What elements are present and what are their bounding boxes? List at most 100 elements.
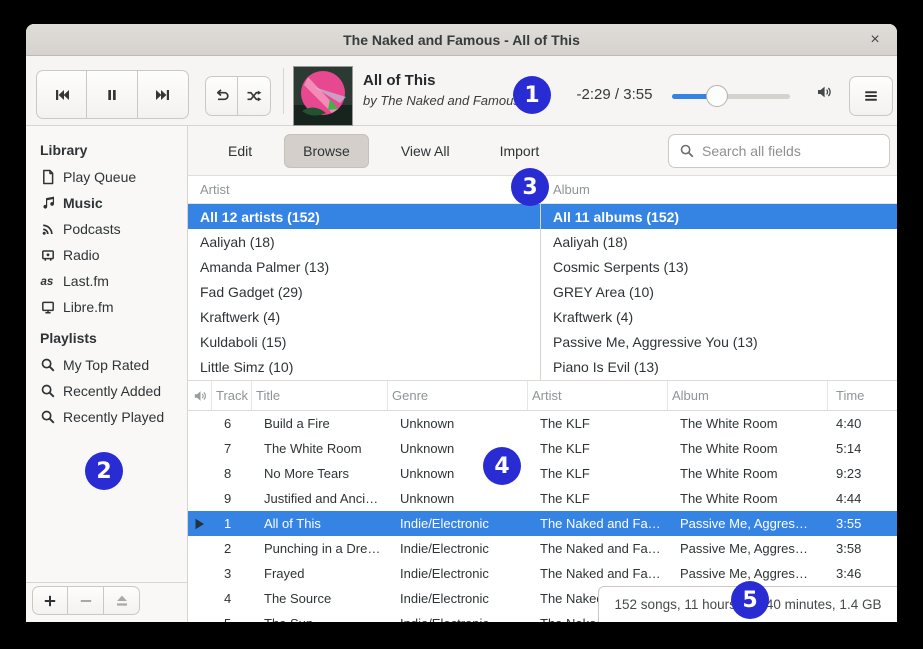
previous-icon bbox=[54, 87, 70, 103]
table-row[interactable]: 1All of ThisIndie/ElectronicThe Naked an… bbox=[188, 511, 897, 536]
pause-button[interactable] bbox=[87, 70, 138, 119]
cell-track: 4 bbox=[212, 586, 252, 611]
cell-genre: Unknown bbox=[388, 411, 528, 436]
album-row[interactable]: Passive Me, Aggressive You (13) bbox=[541, 329, 897, 354]
cell-icon bbox=[188, 411, 212, 436]
table-row[interactable]: 2Punching in a Dre…Indie/ElectronicThe N… bbox=[188, 536, 897, 561]
album-row[interactable]: All 11 albums (152) bbox=[541, 204, 897, 229]
nav-button-import[interactable]: Import bbox=[482, 134, 558, 168]
cell-time: 5:14 bbox=[828, 436, 897, 461]
table-row[interactable]: 9Justified and Anci…UnknownThe KLFThe Wh… bbox=[188, 486, 897, 511]
artist-row[interactable]: Little Simz (10) bbox=[188, 354, 540, 379]
artist-column-header[interactable]: Artist bbox=[528, 381, 668, 410]
playing-column-header[interactable] bbox=[188, 381, 212, 410]
repeat-button[interactable] bbox=[205, 76, 238, 116]
next-button[interactable] bbox=[138, 70, 189, 119]
seek-slider[interactable] bbox=[672, 84, 790, 108]
search-icon bbox=[40, 357, 56, 373]
cell-icon bbox=[188, 536, 212, 561]
cell-artist: The Naked and Fa… bbox=[528, 536, 668, 561]
album-column-header[interactable]: Album bbox=[668, 381, 828, 410]
library-heading: Library bbox=[26, 138, 187, 164]
sidebar-item-radio[interactable]: Radio bbox=[26, 242, 187, 268]
cell-artist: The KLF bbox=[528, 411, 668, 436]
plus-button[interactable] bbox=[32, 586, 68, 615]
table-row[interactable]: 6Build a FireUnknownThe KLFThe White Roo… bbox=[188, 411, 897, 436]
cell-track: 2 bbox=[212, 536, 252, 561]
search-input[interactable] bbox=[702, 143, 883, 159]
album-row[interactable]: Piano Is Evil (13) bbox=[541, 354, 897, 379]
artist-row[interactable]: Aaliyah (18) bbox=[188, 229, 540, 254]
artist-column-header[interactable]: Artist bbox=[188, 176, 540, 204]
track-column-header[interactable]: Track bbox=[212, 381, 252, 410]
cell-album: Passive Me, Aggres… bbox=[668, 511, 828, 536]
sidebar-item-recently-played[interactable]: Recently Played bbox=[26, 404, 187, 430]
sidebar-item-last-fm[interactable]: asLast.fm bbox=[26, 268, 187, 294]
sidebar: Library Play Queue MusicPodcastsRadioasLa… bbox=[26, 126, 188, 622]
cell-track: 8 bbox=[212, 461, 252, 486]
title-column-header[interactable]: Title bbox=[252, 381, 388, 410]
table-row[interactable]: 3FrayedIndie/ElectronicThe Naked and Fa…… bbox=[188, 561, 897, 586]
album-row[interactable]: Kraftwerk (4) bbox=[541, 304, 897, 329]
nav-button-edit[interactable]: Edit bbox=[210, 134, 270, 168]
cell-title: Justified and Anci… bbox=[252, 486, 388, 511]
library-list: Play Queue MusicPodcastsRadioasLast.fmLib… bbox=[26, 164, 187, 320]
sidebar-item-play-queue[interactable]: Play Queue bbox=[26, 164, 187, 190]
cell-time: 3:46 bbox=[828, 561, 897, 586]
nav-button-view-all[interactable]: View All bbox=[383, 134, 468, 168]
window-body: Library Play Queue MusicPodcastsRadioasLa… bbox=[26, 126, 897, 622]
sidebar-item-recently-added[interactable]: Recently Added bbox=[26, 378, 187, 404]
album-row[interactable]: GREY Area (10) bbox=[541, 279, 897, 304]
close-icon[interactable]: × bbox=[863, 28, 887, 52]
repeat-icon bbox=[214, 88, 230, 104]
sidebar-item-podcasts[interactable]: Podcasts bbox=[26, 216, 187, 242]
artist-list: All 12 artists (152)Aaliyah (18)Amanda P… bbox=[188, 204, 540, 379]
album-column-header[interactable]: Album bbox=[541, 176, 897, 204]
cell-time: 4:44 bbox=[828, 486, 897, 511]
artist-row[interactable]: Fad Gadget (29) bbox=[188, 279, 540, 304]
cell-title: The White Room bbox=[252, 436, 388, 461]
album-row[interactable]: Aaliyah (18) bbox=[541, 229, 897, 254]
shuffle-button[interactable] bbox=[238, 76, 271, 116]
titlebar: The Naked and Famous - All of This × bbox=[26, 24, 897, 56]
svg-text:as: as bbox=[41, 276, 54, 288]
album-row[interactable]: Cosmic Serpents (13) bbox=[541, 254, 897, 279]
annotation-callout-2: 2 bbox=[85, 452, 123, 490]
artist-row[interactable]: Amanda Palmer (13) bbox=[188, 254, 540, 279]
table-row[interactable]: 7The White RoomUnknownThe KLFThe White R… bbox=[188, 436, 897, 461]
search-box[interactable] bbox=[668, 134, 890, 168]
speaker-icon bbox=[193, 389, 207, 403]
sidebar-item-label: Play Queue bbox=[63, 169, 136, 185]
track-table-header: Track Title Genre Artist Album Time bbox=[188, 381, 897, 411]
eject-icon bbox=[114, 593, 130, 609]
sidebar-item-music[interactable]: Music bbox=[26, 190, 187, 216]
sidebar-item-label: Recently Played bbox=[63, 409, 164, 425]
genre-column-header[interactable]: Genre bbox=[388, 381, 528, 410]
cell-album: The White Room bbox=[668, 461, 828, 486]
time-column-header[interactable]: Time bbox=[828, 381, 897, 410]
seek-handle[interactable] bbox=[706, 85, 728, 107]
sidebar-item-libre-fm[interactable]: Libre.fm bbox=[26, 294, 187, 320]
eject-button bbox=[104, 586, 140, 615]
library-browser: Artist All 12 artists (152)Aaliyah (18)A… bbox=[188, 176, 897, 380]
pause-icon bbox=[104, 87, 120, 103]
sidebar-item-my-top-rated[interactable]: My Top Rated bbox=[26, 352, 187, 378]
artist-row[interactable]: Kuldaboli (15) bbox=[188, 329, 540, 354]
table-row[interactable]: 8No More TearsUnknownThe KLFThe White Ro… bbox=[188, 461, 897, 486]
nav-button-browse[interactable]: Browse bbox=[284, 134, 369, 168]
next-icon bbox=[155, 87, 171, 103]
cell-icon bbox=[188, 611, 212, 622]
album-list: All 11 albums (152)Aaliyah (18)Cosmic Se… bbox=[541, 204, 897, 379]
cell-album: Passive Me, Aggres… bbox=[668, 536, 828, 561]
speaker-icon[interactable] bbox=[816, 81, 842, 103]
artist-row[interactable]: All 12 artists (152) bbox=[188, 204, 540, 229]
hamburger-menu-button[interactable] bbox=[849, 76, 893, 116]
cell-title: Punching in a Dre… bbox=[252, 536, 388, 561]
cell-title: All of This bbox=[252, 511, 388, 536]
speaker-icon bbox=[816, 84, 832, 100]
previous-button[interactable] bbox=[36, 70, 87, 119]
artist-row[interactable]: Kraftwerk (4) bbox=[188, 304, 540, 329]
cell-artist: The KLF bbox=[528, 486, 668, 511]
app-window: The Naked and Famous - All of This × A bbox=[26, 24, 897, 622]
minus-button bbox=[68, 586, 104, 615]
